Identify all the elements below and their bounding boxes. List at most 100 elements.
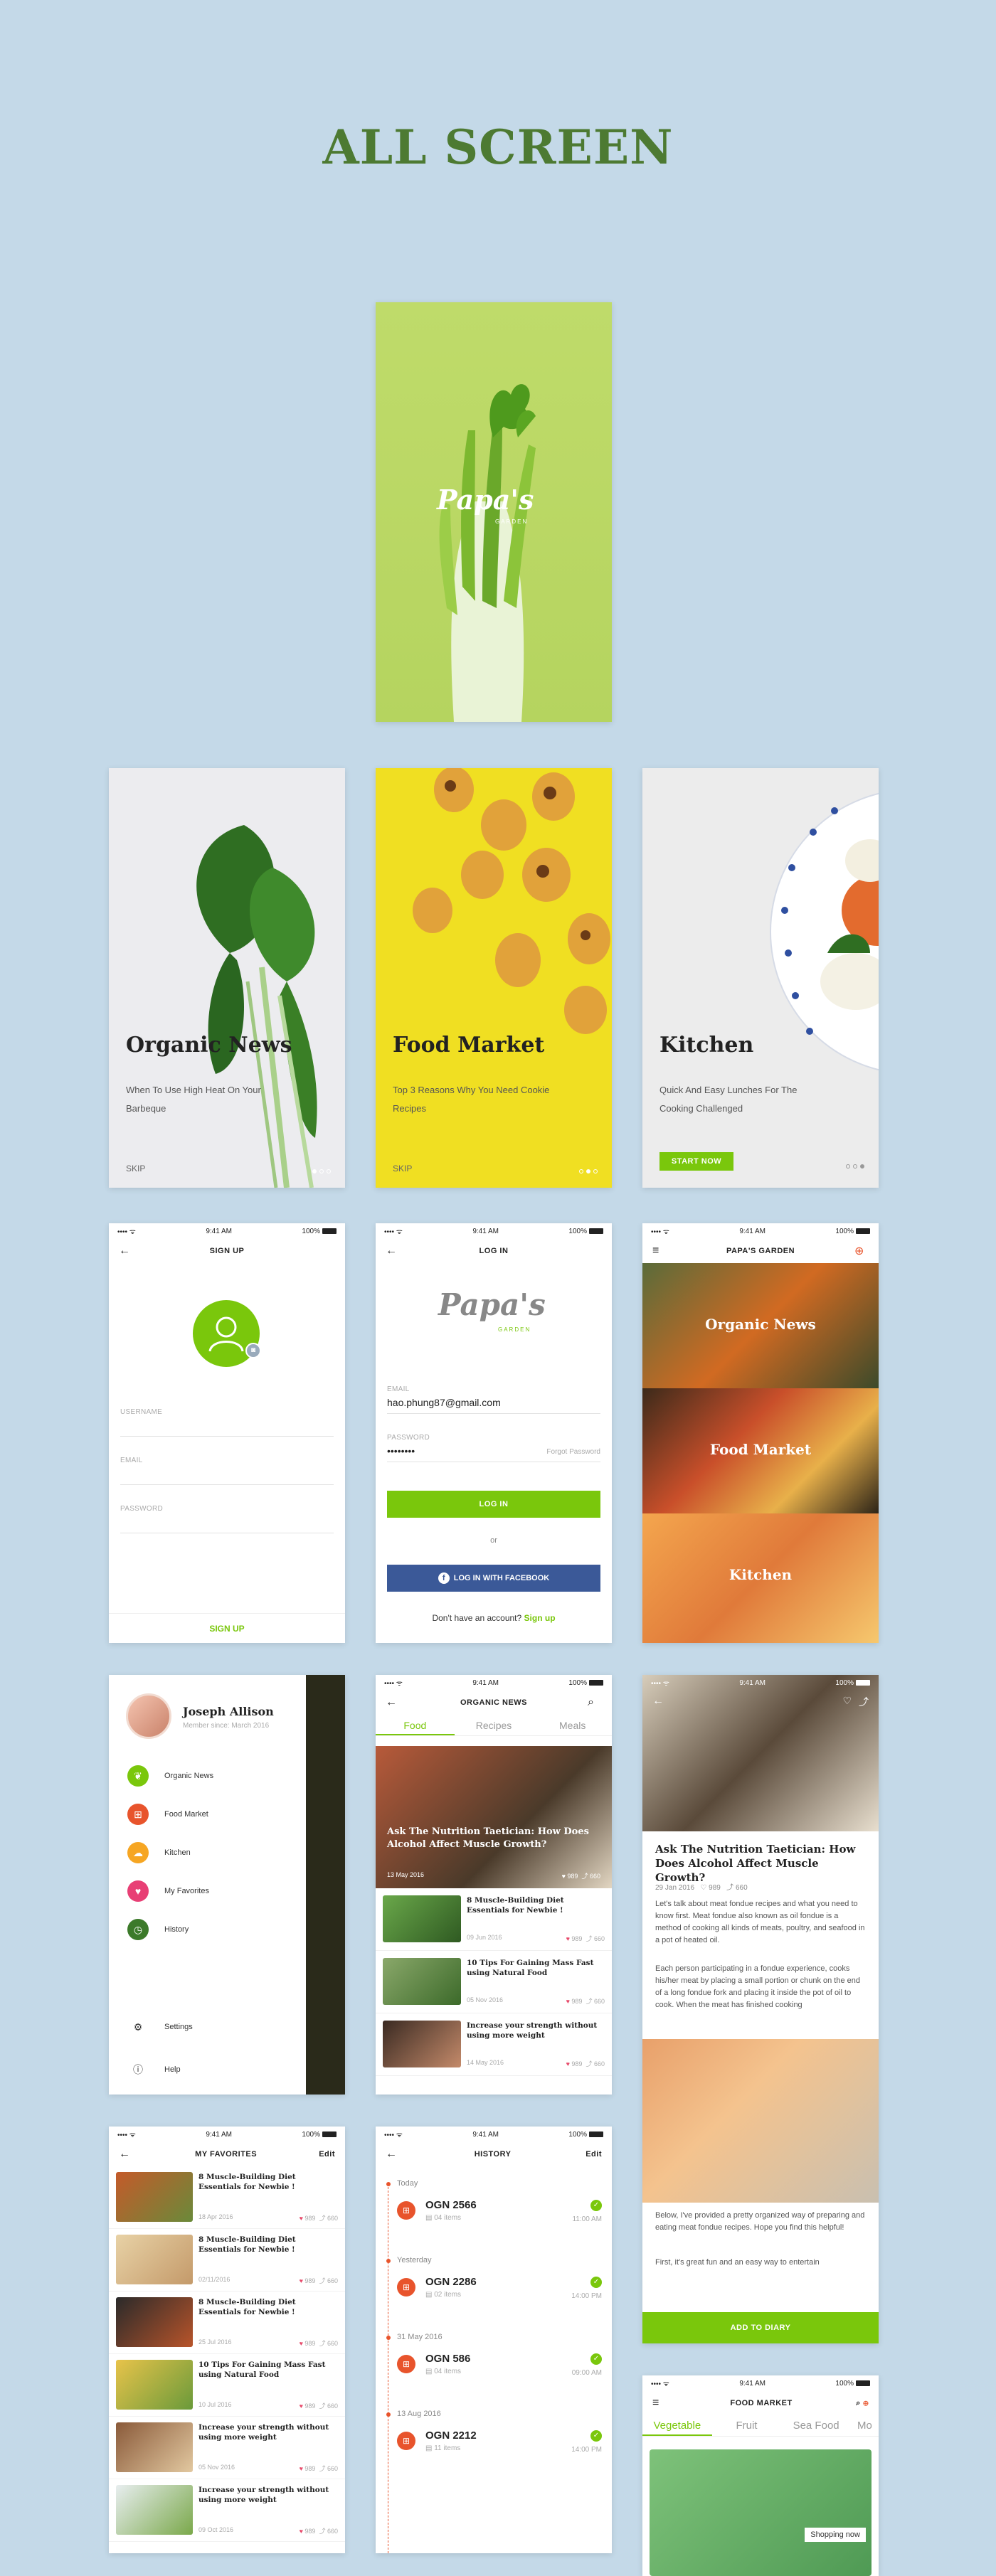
onboarding-title: Kitchen [659, 1033, 754, 1058]
drawer-item-settings[interactable]: ⚙ Settings [109, 2008, 306, 2046]
menu-icon[interactable]: ≡ [652, 2397, 667, 2410]
list-item[interactable]: 8 Muscle-Building Diet Essentials for Ne… [376, 1888, 612, 1951]
skip-button[interactable]: SKIP [393, 1164, 412, 1173]
favorite-item[interactable]: Increase your strength without using mor… [109, 2479, 345, 2542]
featured-article[interactable]: Ask The Nutrition Taetician: How Does Al… [376, 1746, 612, 1888]
avatar[interactable] [126, 1693, 171, 1739]
share-icon[interactable]: ⤴ [859, 1695, 869, 1709]
email-field[interactable]: EMAIL [120, 1457, 143, 1464]
screen-title: SIGN UP [209, 1247, 245, 1255]
tab-recipes[interactable]: Recipes [455, 1715, 534, 1735]
status-bar: •••• ᯤ 9:41 AM 100% [109, 2127, 345, 2142]
article-title: Ask The Nutrition Taetician: How Does Al… [655, 1843, 856, 1884]
cart-icon: ⊞ [127, 1804, 149, 1825]
drawer-item-help[interactable]: ⓘ Help [109, 2050, 306, 2089]
heart-icon: ♥ [566, 1998, 570, 2005]
shopping-now-tag[interactable]: Shopping now [805, 2528, 866, 2542]
screen-title: LOG IN [479, 1247, 509, 1255]
drawer-item-kitchen[interactable]: ☁ Kitchen [109, 1833, 306, 1872]
drawer-item-favorites[interactable]: ♥ My Favorites [109, 1872, 306, 1910]
chef-hat-icon: ☁ [127, 1842, 149, 1863]
status-bar: •••• ᯤ 9:41 AM 100% [376, 1675, 612, 1691]
onboarding-subtitle: Top 3 Reasons Why You Need Cookie Recipe… [393, 1085, 550, 1114]
splash-screen: Papa's GARDEN [376, 302, 612, 722]
tab-more[interactable]: Mo [851, 2415, 879, 2436]
back-arrow-icon[interactable]: ← [119, 1245, 133, 1257]
signup-link[interactable]: Sign up [524, 1613, 556, 1623]
edit-button[interactable]: Edit [586, 2150, 602, 2159]
tab-fruit[interactable]: Fruit [712, 2415, 782, 2436]
search-icon[interactable]: ⌕ [856, 2399, 861, 2407]
facebook-login-button[interactable]: f LOG IN WITH FACEBOOK [387, 1565, 600, 1592]
signup-prompt: Don't have an account? Sign up [432, 1613, 556, 1623]
history-entry[interactable]: ⊞ OGN 2286 ▤ 02 items ✓ 14:00 PM [376, 2267, 612, 2307]
back-arrow-icon[interactable]: ← [386, 2148, 400, 2161]
favorite-item[interactable]: Increase your strength without using mor… [109, 2417, 345, 2479]
card-kitchen[interactable]: Kitchen [642, 1513, 879, 1643]
menu-icon[interactable]: ≡ [652, 1245, 667, 1257]
drawer-item-history[interactable]: ◷ History [109, 1910, 306, 1949]
password-field[interactable]: PASSWORD [120, 1505, 163, 1513]
avatar-placeholder[interactable]: ◙ [193, 1300, 261, 1367]
page-indicator [576, 1164, 598, 1177]
username-field[interactable]: USERNAME [120, 1408, 162, 1416]
edit-button[interactable]: Edit [319, 2150, 335, 2159]
tab-food[interactable]: Food [376, 1715, 455, 1735]
history-date-label: 31 May 2016 [376, 2323, 612, 2344]
cart-icon[interactable]: ⊕ [863, 2399, 869, 2407]
onboarding-subtitle: When To Use High Heat On Your Barbeque [126, 1085, 261, 1114]
cart-icon[interactable]: ⊕ [854, 1244, 869, 1258]
login-button[interactable]: LOG IN [387, 1491, 600, 1518]
clock-icon: ◷ [127, 1919, 149, 1940]
gear-icon: ⚙ [133, 2021, 143, 2033]
status-bar: •••• ᯤ 9:41 AM 100% [376, 1223, 612, 1239]
plate-illustration [770, 792, 879, 1071]
back-arrow-icon[interactable]: ← [652, 1695, 664, 1708]
drawer-item-food-market[interactable]: ⊞ Food Market [109, 1795, 306, 1833]
forgot-password-link[interactable]: Forgot Password [546, 1448, 600, 1456]
history-entry[interactable]: ⊞ OGN 2566 ▤ 04 items ✓ 11:00 AM [376, 2191, 612, 2230]
favorite-item[interactable]: 8 Muscle-Building Diet Essentials for Ne… [109, 2229, 345, 2292]
email-input[interactable]: hao.phung87@gmail.com [387, 1397, 501, 1408]
history-entry[interactable]: ⊞ OGN 2212 ▤ 11 items ✓ 14:00 PM [376, 2421, 612, 2461]
back-arrow-icon[interactable]: ← [386, 1245, 400, 1257]
product-banner[interactable]: Shopping now [650, 2449, 872, 2576]
search-icon[interactable]: ⌕ [588, 1696, 602, 1709]
skip-button[interactable]: SKIP [126, 1164, 145, 1173]
back-arrow-icon[interactable]: ← [386, 1696, 400, 1709]
cart-icon: ⊞ [397, 2278, 415, 2296]
tab-sea-food[interactable]: Sea Food [781, 2415, 851, 2436]
article-paragraph: First, it's great fun and an easy way to… [655, 2258, 820, 2267]
history-entry[interactable]: ⊞ OGN 586 ▤ 04 items ✓ 09:00 AM [376, 2344, 612, 2384]
facebook-icon: f [438, 1572, 450, 1584]
login-screen: •••• ᯤ 9:41 AM 100% ← LOG IN Papa's GARDEN … [376, 1223, 612, 1643]
list-item[interactable]: 10 Tips For Gaining Mass Fast using Natu… [376, 1951, 612, 2013]
cart-icon: ⊞ [397, 2355, 415, 2373]
history-date-label: Today [376, 2169, 612, 2191]
screen-title: PAPA'S GARDEN [726, 1247, 795, 1255]
add-to-diary-button[interactable]: ADD TO DIARY [642, 2312, 879, 2343]
favorite-item[interactable]: 10 Tips For Gaining Mass Fast using Natu… [109, 2354, 345, 2417]
drawer-item-organic-news[interactable]: ❦ Organic News [109, 1757, 306, 1795]
back-arrow-icon[interactable]: ← [119, 2148, 133, 2161]
card-organic-news[interactable]: Organic News [642, 1263, 879, 1388]
favorite-item[interactable]: 8 Muscle-Building Diet Essentials for Ne… [109, 2166, 345, 2229]
tab-vegetable[interactable]: Vegetable [642, 2415, 712, 2436]
password-input[interactable]: •••••••• [387, 1445, 415, 1457]
start-now-button[interactable]: START NOW [659, 1152, 733, 1171]
signup-button[interactable]: SIGN UP [109, 1613, 345, 1643]
heart-icon: ♥ [566, 2060, 570, 2067]
navigation-drawer: Joseph Allison Member since: March 2016 … [109, 1675, 306, 2095]
check-icon: ✓ [590, 2199, 602, 2211]
tab-meals[interactable]: Meals [533, 1715, 612, 1735]
camera-icon[interactable]: ◙ [245, 1343, 261, 1358]
favorite-item[interactable]: 8 Muscle-Building Diet Essentials for Ne… [109, 2292, 345, 2354]
heart-icon[interactable]: ♡ [842, 1695, 852, 1707]
status-bar: •••• ᯤ 9:41 AM 100% [642, 2375, 879, 2391]
category-tabs: Vegetable Fruit Sea Food Mo [642, 2415, 879, 2437]
list-item[interactable]: Increase your strength without using mor… [376, 2013, 612, 2076]
favorites-screen: •••• ᯤ 9:41 AM 100% ← MY FAVORITES Edit 8 Mu… [109, 2127, 345, 2553]
card-food-market[interactable]: Food Market [642, 1388, 879, 1513]
article-paragraph: Below, I've provided a pretty organized … [655, 2211, 865, 2232]
history-screen: •••• ᯤ 9:41 AM 100% ← HISTORY Edit Today ⊞ OG… [376, 2127, 612, 2553]
